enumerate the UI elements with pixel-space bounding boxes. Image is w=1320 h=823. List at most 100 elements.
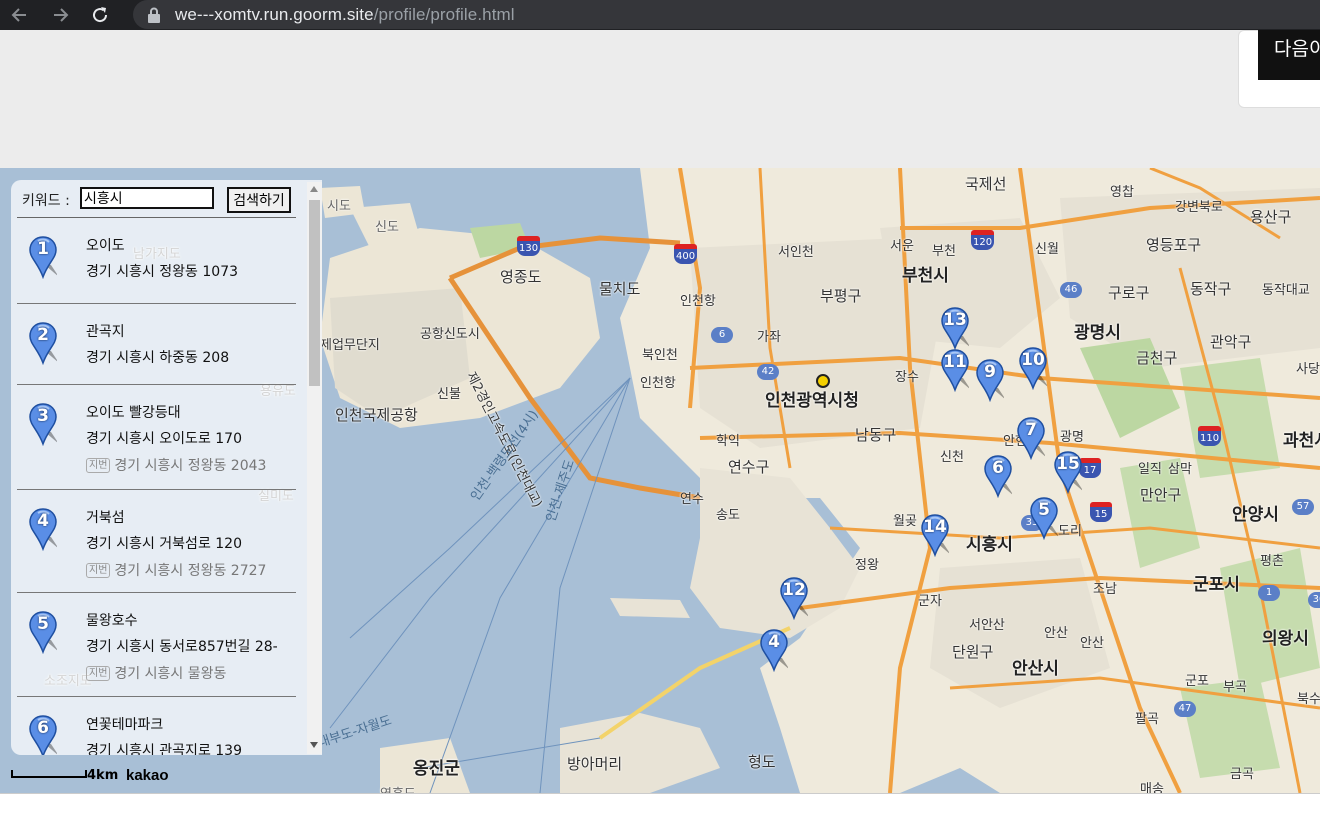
map-place-label: 신월 (1035, 242, 1059, 257)
map-place-label: 일직 (1138, 462, 1162, 477)
place-name: 오이도 빨강등대 (86, 405, 181, 421)
url-text: we---xomtv.run.goorm.site/profile/profil… (175, 5, 515, 25)
scroll-thumb[interactable] (309, 200, 320, 386)
reload-button[interactable] (80, 0, 120, 30)
scale-label: 4km (87, 768, 119, 783)
map-place-label: 옹진군 (413, 759, 460, 779)
map-pin-marker[interactable]: 13 (941, 306, 969, 350)
map-place-label: 과천시 (1283, 431, 1320, 451)
map-place-label: 물치도 (599, 280, 641, 298)
list-item[interactable]: 4 거북섬 경기 시흥시 거북섬로 120 지번 경기 시흥시 정왕동 2727 (17, 490, 296, 593)
map-pin-number: 4 (768, 632, 780, 652)
list-item[interactable]: 2 관곡지 경기 시흥시 하중동 208 (17, 304, 296, 385)
search-form: 키워드 : 검색하기 (11, 180, 307, 218)
road-number-shield: 6 (711, 327, 733, 343)
map-pin-number: 11 (943, 352, 967, 372)
back-button[interactable] (0, 0, 40, 30)
road-number-shield: 46 (1060, 282, 1082, 298)
road-number-shield: 17 (1079, 458, 1101, 478)
keyword-input[interactable] (80, 187, 214, 209)
place-jibun-address: 경기 시흥시 물왕동 (114, 666, 227, 682)
map-place-label: 관악구 (1210, 333, 1252, 351)
search-button[interactable]: 검색하기 (227, 187, 291, 213)
map-place-label: 서운 (890, 239, 914, 254)
map-pin-marker[interactable]: 12 (780, 576, 808, 620)
map-place-label: 매송 (1140, 782, 1164, 793)
place-marker-icon: 6 (29, 714, 59, 755)
reload-icon (93, 7, 108, 23)
list-item[interactable]: 5 물왕호수 경기 시흥시 동서로857번길 28- 지번 경기 시흥시 물왕동 (17, 593, 296, 697)
map-place-label: 신불 (437, 387, 461, 402)
map-place-label: 부천시 (902, 266, 949, 286)
place-jibun-address: 경기 시흥시 정왕동 2043 (114, 458, 267, 474)
search-panel: 키워드 : 검색하기 1 오이도경기 시흥시 정왕동 1073 2 관곡지경기 시흥시… (11, 180, 322, 755)
map-place-label: 국제선 (965, 175, 1007, 193)
map-pin-marker[interactable]: 9 (976, 358, 1004, 402)
place-jibun-row: 지번 경기 시흥시 정왕동 2727 (86, 560, 266, 580)
place-jibun-address: 경기 시흥시 정왕동 2727 (114, 563, 267, 579)
jibun-badge: 지번 (86, 666, 111, 681)
scroll-down-icon[interactable] (310, 742, 318, 748)
road-number-shield: 400 (674, 244, 698, 264)
map-pin-marker[interactable]: 10 (1019, 346, 1047, 390)
map-pin-marker[interactable]: 4 (760, 628, 788, 672)
map-place-label: 부평구 (820, 287, 862, 305)
map-place-label: 남동구 (855, 426, 897, 444)
place-address: 경기 시흥시 오이도로 170 (86, 431, 242, 447)
forward-button[interactable] (40, 0, 80, 30)
map-place-label: 공항신도시 (420, 327, 480, 342)
scroll-up-icon[interactable] (310, 186, 318, 192)
map-place-label: 인천항 (680, 294, 716, 309)
place-number: 2 (37, 325, 49, 345)
city-hall-icon (816, 374, 830, 388)
place-marker-icon: 3 (29, 402, 59, 447)
map-place-label: 광명시 (1074, 323, 1121, 343)
map-place-label: 방아머리 (567, 755, 623, 773)
place-marker-icon: 4 (29, 507, 59, 552)
map-pin-marker[interactable]: 14 (921, 513, 949, 557)
place-number: 5 (37, 614, 49, 634)
map-place-label: 단원구 (952, 643, 994, 661)
jibun-badge: 지번 (86, 458, 111, 473)
place-address: 경기 시흥시 관곡지로 139 (86, 743, 242, 755)
jibun-badge: 지번 (86, 563, 111, 578)
page-header-area (0, 30, 1320, 168)
road-number-shield: 130 (517, 236, 541, 256)
map-place-label: 인천국제공항 (335, 406, 418, 424)
place-name: 물왕호수 (86, 613, 138, 629)
list-item[interactable]: 3 오이도 빨강등대경기 시흥시 오이도로 170 지번 경기 시흥시 정왕동 204… (17, 385, 296, 490)
place-number: 3 (37, 406, 49, 426)
place-marker-icon: 2 (29, 321, 59, 366)
road-number-shield: 15 (1090, 502, 1112, 522)
place-address: 경기 시흥시 하중동 208 (86, 350, 230, 366)
map-pin-marker[interactable]: 7 (1017, 416, 1045, 460)
keyword-label: 키워드 : (22, 193, 70, 209)
place-name: 연꽃테마파크 (86, 717, 164, 733)
map-pin-number: 5 (1038, 500, 1050, 520)
map-pin-number: 7 (1025, 420, 1037, 440)
map-place-label: 서인천 (778, 245, 814, 260)
place-address: 경기 시흥시 정왕동 1073 (86, 264, 239, 280)
map-place-label: 의왕시 (1262, 629, 1309, 649)
map-pin-marker[interactable]: 6 (984, 454, 1012, 498)
map-place-label: 팔곡 (1135, 712, 1159, 727)
panel-scrollbar[interactable] (307, 182, 322, 754)
map-place-label: 도리 (1058, 524, 1082, 539)
map-place-label: 안산 (1080, 636, 1104, 651)
map-pin-marker[interactable]: 11 (941, 348, 969, 392)
map-place-label: 북인천 (642, 348, 678, 363)
address-field[interactable]: we---xomtv.run.goorm.site/profile/profil… (133, 0, 1320, 29)
map-pin-marker[interactable]: 5 (1030, 496, 1058, 540)
map-place-label: 연수 (680, 492, 704, 507)
map-place-label: 장수 (895, 370, 919, 385)
map-place-label: 용산구 (1250, 208, 1292, 226)
map-place-label: 동작대교 (1262, 283, 1310, 298)
map-place-label: 동작구 (1190, 280, 1232, 298)
map-pin-number: 9 (984, 362, 996, 382)
next-button[interactable]: 다음이 (1258, 30, 1320, 80)
map-pin-marker[interactable]: 15 (1054, 450, 1082, 494)
map-pin-number: 15 (1056, 454, 1080, 474)
place-marker-icon: 5 (29, 610, 59, 655)
list-item[interactable]: 6 연꽃테마파크경기 시흥시 관곡지로 139 (17, 697, 296, 755)
list-item[interactable]: 1 오이도 경기 시흥시 정왕동 1073 (17, 218, 296, 304)
